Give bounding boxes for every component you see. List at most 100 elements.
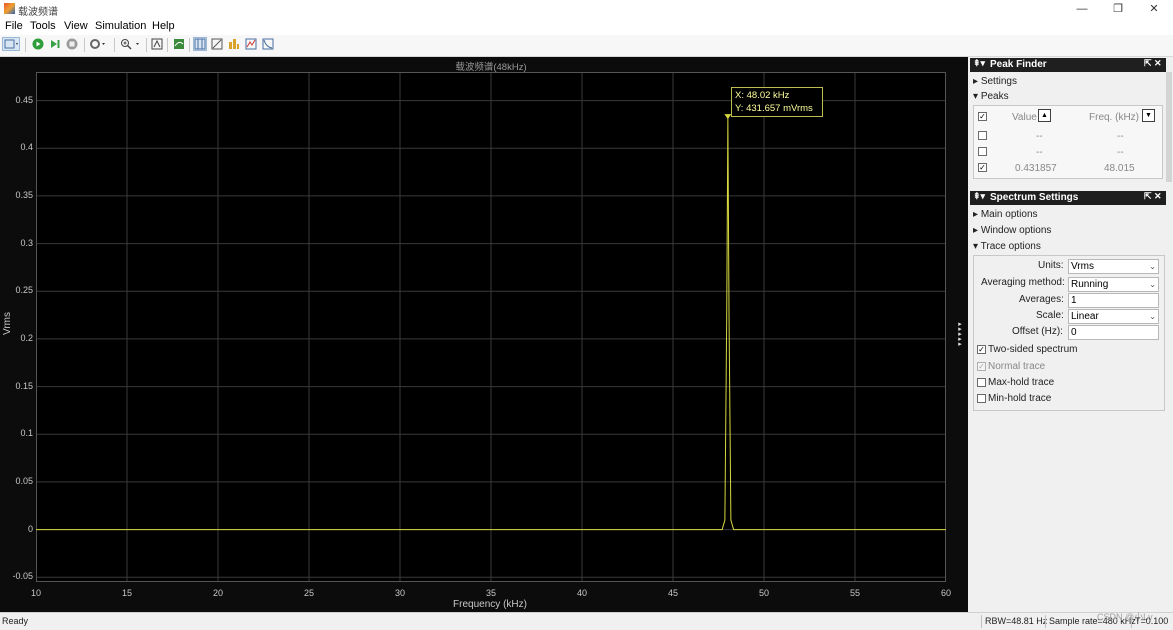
x-tick-label: 60: [940, 588, 951, 598]
peak-row-freq: --: [1117, 147, 1124, 158]
status-ready: Ready: [2, 616, 29, 626]
title-bar: 载波频谱 — ❐ ✕: [0, 0, 1173, 18]
menu-simulation[interactable]: Simulation: [95, 20, 146, 32]
window-options-toggle[interactable]: ▸ Window options: [973, 225, 1051, 236]
step-forward-icon[interactable]: [48, 37, 62, 51]
main-options-toggle[interactable]: ▸ Main options: [973, 209, 1038, 220]
matlab-app-icon: [4, 3, 15, 14]
units-dropdown[interactable]: Vrms ⌄: [1068, 259, 1159, 274]
peak-row-checkbox[interactable]: [978, 147, 987, 156]
x-tick-label: 15: [121, 588, 132, 598]
scale-dropdown[interactable]: Linear ⌄: [1068, 309, 1159, 324]
col-value-header: Value: [1012, 112, 1037, 123]
distortion-measurements-icon[interactable]: [244, 37, 258, 51]
undock-close-icon[interactable]: ⇱ ✕: [1144, 191, 1162, 202]
peak-finder-title: Peak Finder: [990, 59, 1047, 70]
channel-measurements-icon[interactable]: [227, 37, 241, 51]
toolbar-separator: [84, 38, 85, 52]
peak-finder-scrollbar[interactable]: [1166, 72, 1172, 182]
scale-axes-icon[interactable]: [150, 37, 164, 51]
close-button[interactable]: ✕: [1140, 1, 1168, 17]
pin-icon[interactable]: ⇞▾: [973, 58, 985, 69]
two-sided-checkbox[interactable]: ✓: [977, 345, 986, 354]
toolbar: [0, 35, 1173, 57]
max-hold-checkbox[interactable]: [977, 378, 986, 387]
menu-view[interactable]: View: [64, 20, 88, 32]
spectrum-settings-header[interactable]: ⇞▾ Spectrum Settings ⇱ ✕: [970, 191, 1166, 205]
chevron-down-icon: ⌄: [1149, 280, 1156, 289]
chevron-down-icon: ⌄: [1149, 312, 1156, 321]
x-tick-label: 50: [758, 588, 769, 598]
y-tick-label: 0.1: [20, 428, 33, 439]
y-tick-label: 0.15: [15, 380, 33, 391]
y-tick-label: 0.25: [15, 285, 33, 296]
zoom-in-icon[interactable]: [119, 37, 143, 51]
status-separator: [1131, 615, 1132, 628]
pin-icon[interactable]: ⇞▾: [973, 191, 985, 202]
status-bar: Ready RBW=48.81 Hz Sample rate=480 kHz C…: [0, 612, 1173, 630]
peak-row-value: --: [1036, 131, 1043, 142]
x-tick-label: 20: [212, 588, 223, 598]
sort-down-icon[interactable]: ▼: [1142, 109, 1155, 122]
y-tick-label: 0.3: [20, 237, 33, 248]
normal-trace-checkbox: ✓: [977, 362, 986, 371]
undock-close-icon[interactable]: ⇱ ✕: [1144, 58, 1162, 69]
style-icon[interactable]: [172, 37, 186, 51]
x-tick-label: 40: [576, 588, 587, 598]
two-sided-label: Two-sided spectrum: [988, 344, 1078, 355]
datatip-x: X: 48.02 kHz: [735, 90, 790, 101]
maximize-button[interactable]: ❐: [1104, 1, 1132, 17]
averages-label: Averages:: [1019, 294, 1064, 305]
toolbar-separator: [25, 38, 26, 52]
stop-icon[interactable]: [65, 37, 79, 51]
y-tick-label: 0.05: [15, 475, 33, 486]
x-tick-label: 35: [485, 588, 496, 598]
window-title: 载波频谱: [18, 7, 58, 18]
status-separator: [1045, 615, 1046, 628]
ccdf-measurements-icon[interactable]: [261, 37, 275, 51]
menu-bar: File Tools View Simulation Help: [0, 18, 1173, 35]
menu-help[interactable]: Help: [152, 20, 175, 32]
status-rbw: RBW=48.81 Hz: [985, 616, 1048, 626]
peak-row-freq: 48.015: [1104, 163, 1135, 174]
scale-label: Scale:: [1036, 310, 1064, 321]
signal-selector-icon[interactable]: [2, 37, 20, 51]
minimize-button[interactable]: —: [1068, 1, 1096, 17]
run-icon[interactable]: [31, 37, 45, 51]
measurement-icon[interactable]: [210, 37, 224, 51]
peak-finder-peaks-toggle[interactable]: ▾ Peaks: [973, 91, 1009, 102]
menu-tools[interactable]: Tools: [30, 20, 56, 32]
x-tick-label: 25: [303, 588, 314, 598]
averages-input[interactable]: 1: [1068, 293, 1159, 308]
col-freq-header: Freq. (kHz): [1089, 112, 1139, 123]
y-axis-label: Vrms: [1, 312, 13, 335]
trace-options-toggle[interactable]: ▾ Trace options: [973, 241, 1041, 252]
chevron-down-icon: ⌄: [1149, 262, 1156, 271]
status-time: T=0.100: [1135, 616, 1169, 626]
collapse-panel-arrows-icon[interactable]: ▸ ▸ ▸ ▸ ▸: [956, 321, 964, 348]
datatip-y: Y: 431.657 mVrms: [735, 103, 813, 114]
sort-up-icon[interactable]: ▲: [1038, 109, 1051, 122]
spectrum-axes[interactable]: [36, 72, 946, 582]
data-cursor-tooltip[interactable]: X: 48.02 kHz Y: 431.657 mVrms: [731, 87, 823, 117]
peak-row-checkbox[interactable]: ✓: [978, 163, 987, 172]
x-tick-label: 45: [667, 588, 678, 598]
y-tick-label: 0.35: [15, 189, 33, 200]
peak-finder-settings-toggle[interactable]: ▸ Settings: [973, 76, 1017, 87]
peak-row-checkbox[interactable]: [978, 131, 987, 140]
y-tick-label: -0.05: [12, 571, 33, 582]
peaks-select-all-checkbox[interactable]: ✓: [978, 112, 987, 121]
peak-finder-header[interactable]: ⇞▾ Peak Finder ⇱ ✕: [970, 58, 1166, 72]
menu-file[interactable]: File: [5, 20, 23, 32]
x-axis-label: Frequency (kHz): [453, 599, 527, 610]
offset-input[interactable]: 0: [1068, 325, 1159, 340]
toolbar-separator: [114, 38, 115, 52]
x-tick-label: 30: [394, 588, 405, 598]
toolbar-separator: [189, 38, 190, 52]
data-cursor-icon[interactable]: [193, 37, 207, 51]
x-tick-label: 10: [30, 588, 41, 598]
min-hold-checkbox[interactable]: [977, 394, 986, 403]
status-separator: [981, 615, 982, 628]
simulation-settings-icon[interactable]: [88, 37, 108, 51]
averaging-method-dropdown[interactable]: Running ⌄: [1068, 277, 1159, 292]
